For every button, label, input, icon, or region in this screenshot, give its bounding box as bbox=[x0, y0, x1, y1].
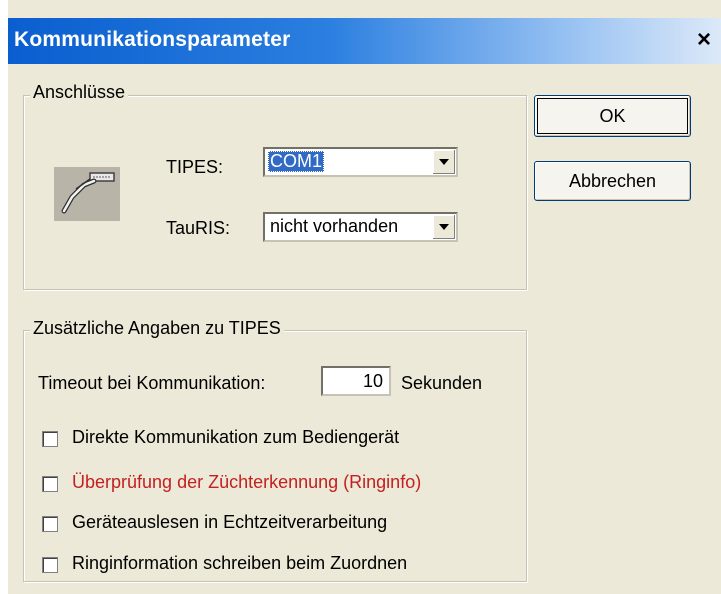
tauris-port-select[interactable]: nicht vorhanden bbox=[263, 212, 458, 242]
write-ring-info-checkbox[interactable]: Ringinformation schreiben beim Zuordnen bbox=[42, 553, 482, 577]
timeout-unit: Sekunden bbox=[401, 373, 483, 393]
tipes-port-value: COM1 bbox=[268, 151, 325, 172]
cancel-button[interactable]: Abbrechen bbox=[534, 161, 691, 201]
dialog-window: Kommunikationsparameter × Anschlüsse TIP… bbox=[8, 0, 721, 594]
connections-legend: Anschlüsse bbox=[30, 82, 129, 103]
checkbox-box[interactable] bbox=[42, 476, 58, 492]
tipes-extra-legend: Zusätzliche Angaben zu TIPES bbox=[30, 318, 284, 339]
timeout-label: Timeout bei Kommunikation: bbox=[38, 373, 266, 393]
tauris-label: TauRIS: bbox=[166, 218, 231, 238]
checkbox-label: Ringinformation schreiben beim Zuordnen bbox=[72, 553, 408, 573]
timeout-input[interactable]: 10 bbox=[321, 366, 391, 396]
checkbox-box[interactable] bbox=[42, 516, 58, 532]
chevron-down-icon[interactable] bbox=[432, 215, 455, 239]
breeder-id-check-checkbox[interactable]: Überprüfung der Züchterkennung (Ringinfo… bbox=[42, 472, 502, 496]
realtime-readout-checkbox[interactable]: Geräteauslesen in Echtzeitverarbeitung bbox=[42, 512, 482, 536]
checkbox-label: Direkte Kommunikation zum Bediengerät bbox=[72, 427, 400, 447]
title-bar[interactable]: Kommunikationsparameter × bbox=[8, 18, 721, 64]
serial-cable-icon bbox=[54, 167, 120, 221]
tipes-port-select[interactable]: COM1 bbox=[263, 147, 458, 177]
checkbox-label: Überprüfung der Züchterkennung (Ringinfo… bbox=[72, 472, 422, 492]
window-title: Kommunikationsparameter bbox=[14, 28, 291, 51]
checkbox-label: Geräteauslesen in Echtzeitverarbeitung bbox=[72, 512, 388, 532]
tauris-port-value: nicht vorhanden bbox=[270, 216, 399, 236]
ok-button[interactable]: OK bbox=[534, 95, 691, 137]
checkbox-box[interactable] bbox=[42, 431, 58, 447]
close-button[interactable]: × bbox=[691, 27, 717, 53]
chevron-down-icon[interactable] bbox=[432, 150, 455, 174]
checkbox-box[interactable] bbox=[42, 557, 58, 573]
tipes-label: TIPES: bbox=[166, 157, 224, 177]
direct-communication-checkbox[interactable]: Direkte Kommunikation zum Bediengerät bbox=[42, 427, 482, 451]
tipes-extra-group bbox=[23, 330, 527, 582]
